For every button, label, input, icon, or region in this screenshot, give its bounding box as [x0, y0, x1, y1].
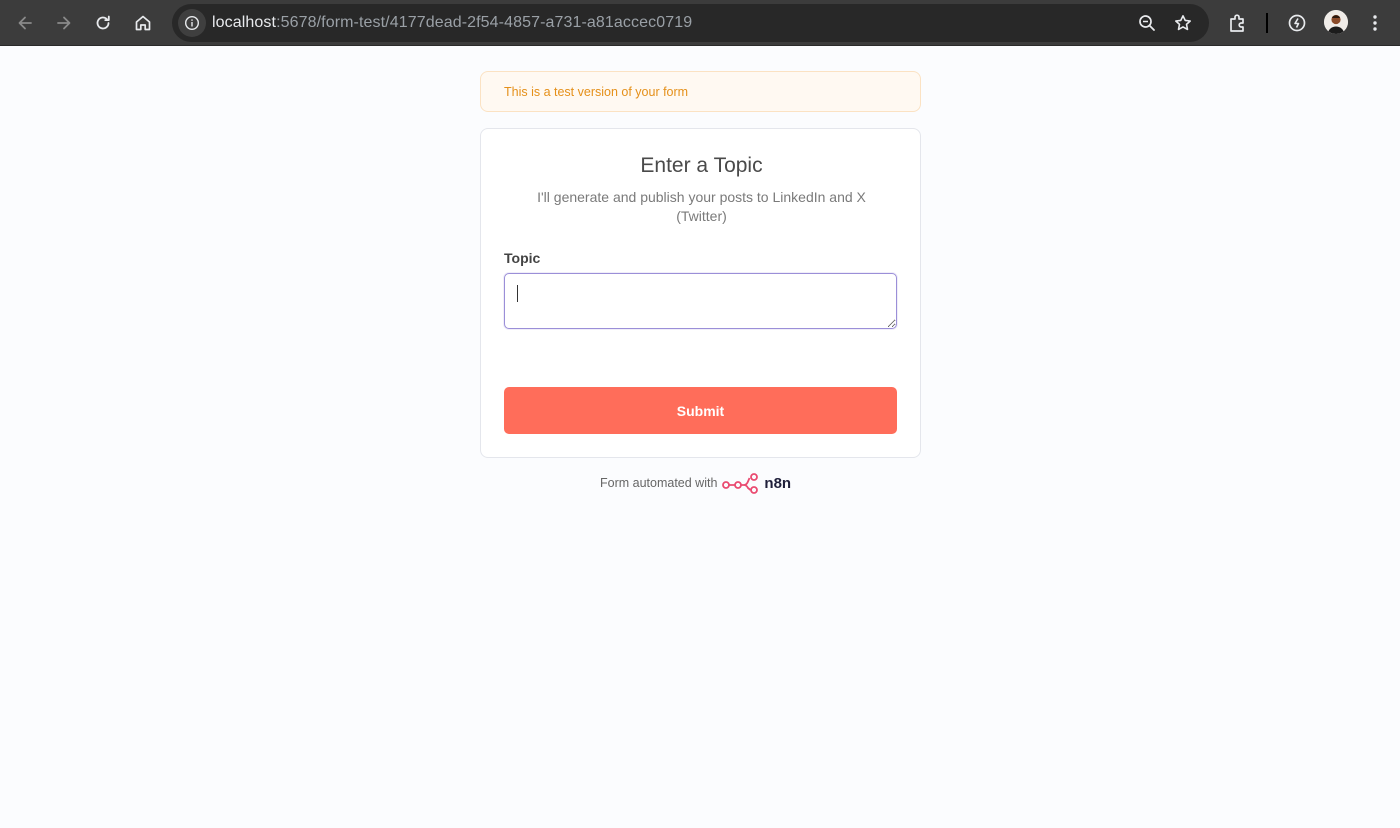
topic-input[interactable] — [504, 273, 897, 329]
forward-icon — [57, 16, 71, 30]
reload-icon — [96, 15, 110, 30]
topic-label: Topic — [504, 250, 541, 266]
url-text[interactable]: localhost:5678/form-test/4177dead-2f54-4… — [212, 14, 692, 32]
toolbar-divider — [1266, 13, 1268, 33]
form-title: Enter a Topic — [640, 154, 763, 177]
bookmark-star-icon[interactable] — [1171, 11, 1195, 35]
home-icon — [135, 15, 151, 31]
performance-icon[interactable] — [1283, 9, 1311, 37]
profile-avatar[interactable] — [1324, 10, 1348, 34]
form-description: I'll generate and publish your posts to … — [537, 189, 866, 224]
site-info-icon[interactable] — [178, 9, 206, 37]
n8n-wordmark: n8n — [764, 474, 792, 492]
test-version-banner: This is a test version of your form — [480, 71, 921, 112]
n8n-logo-link[interactable]: n8n — [721, 472, 791, 494]
home-button[interactable] — [127, 7, 159, 39]
footer: Form automated with n8n — [600, 472, 791, 494]
footer-text: Form automated with — [600, 476, 718, 490]
url-path: :5678/form-test/4177dead-2f54-4857-a731-… — [276, 14, 693, 31]
menu-icon[interactable] — [1361, 9, 1389, 37]
extensions-icon[interactable] — [1224, 9, 1252, 37]
zoom-icon[interactable] — [1135, 11, 1159, 35]
submit-button[interactable]: Submit — [504, 387, 897, 434]
form-card: Enter a Topic I'll generate and publish … — [480, 128, 921, 458]
forward-button[interactable] — [48, 7, 80, 39]
browser-toolbar: localhost:5678/form-test/4177dead-2f54-4… — [0, 0, 1400, 46]
banner-text: This is a test version of your form — [504, 85, 689, 99]
url-host: localhost — [212, 14, 277, 31]
n8n-logo-icon — [722, 473, 759, 494]
address-bar[interactable]: localhost:5678/form-test/4177dead-2f54-4… — [172, 4, 1209, 42]
text-cursor — [517, 285, 518, 302]
reload-button[interactable] — [87, 7, 119, 39]
back-button[interactable] — [9, 7, 41, 39]
back-icon — [18, 16, 32, 30]
